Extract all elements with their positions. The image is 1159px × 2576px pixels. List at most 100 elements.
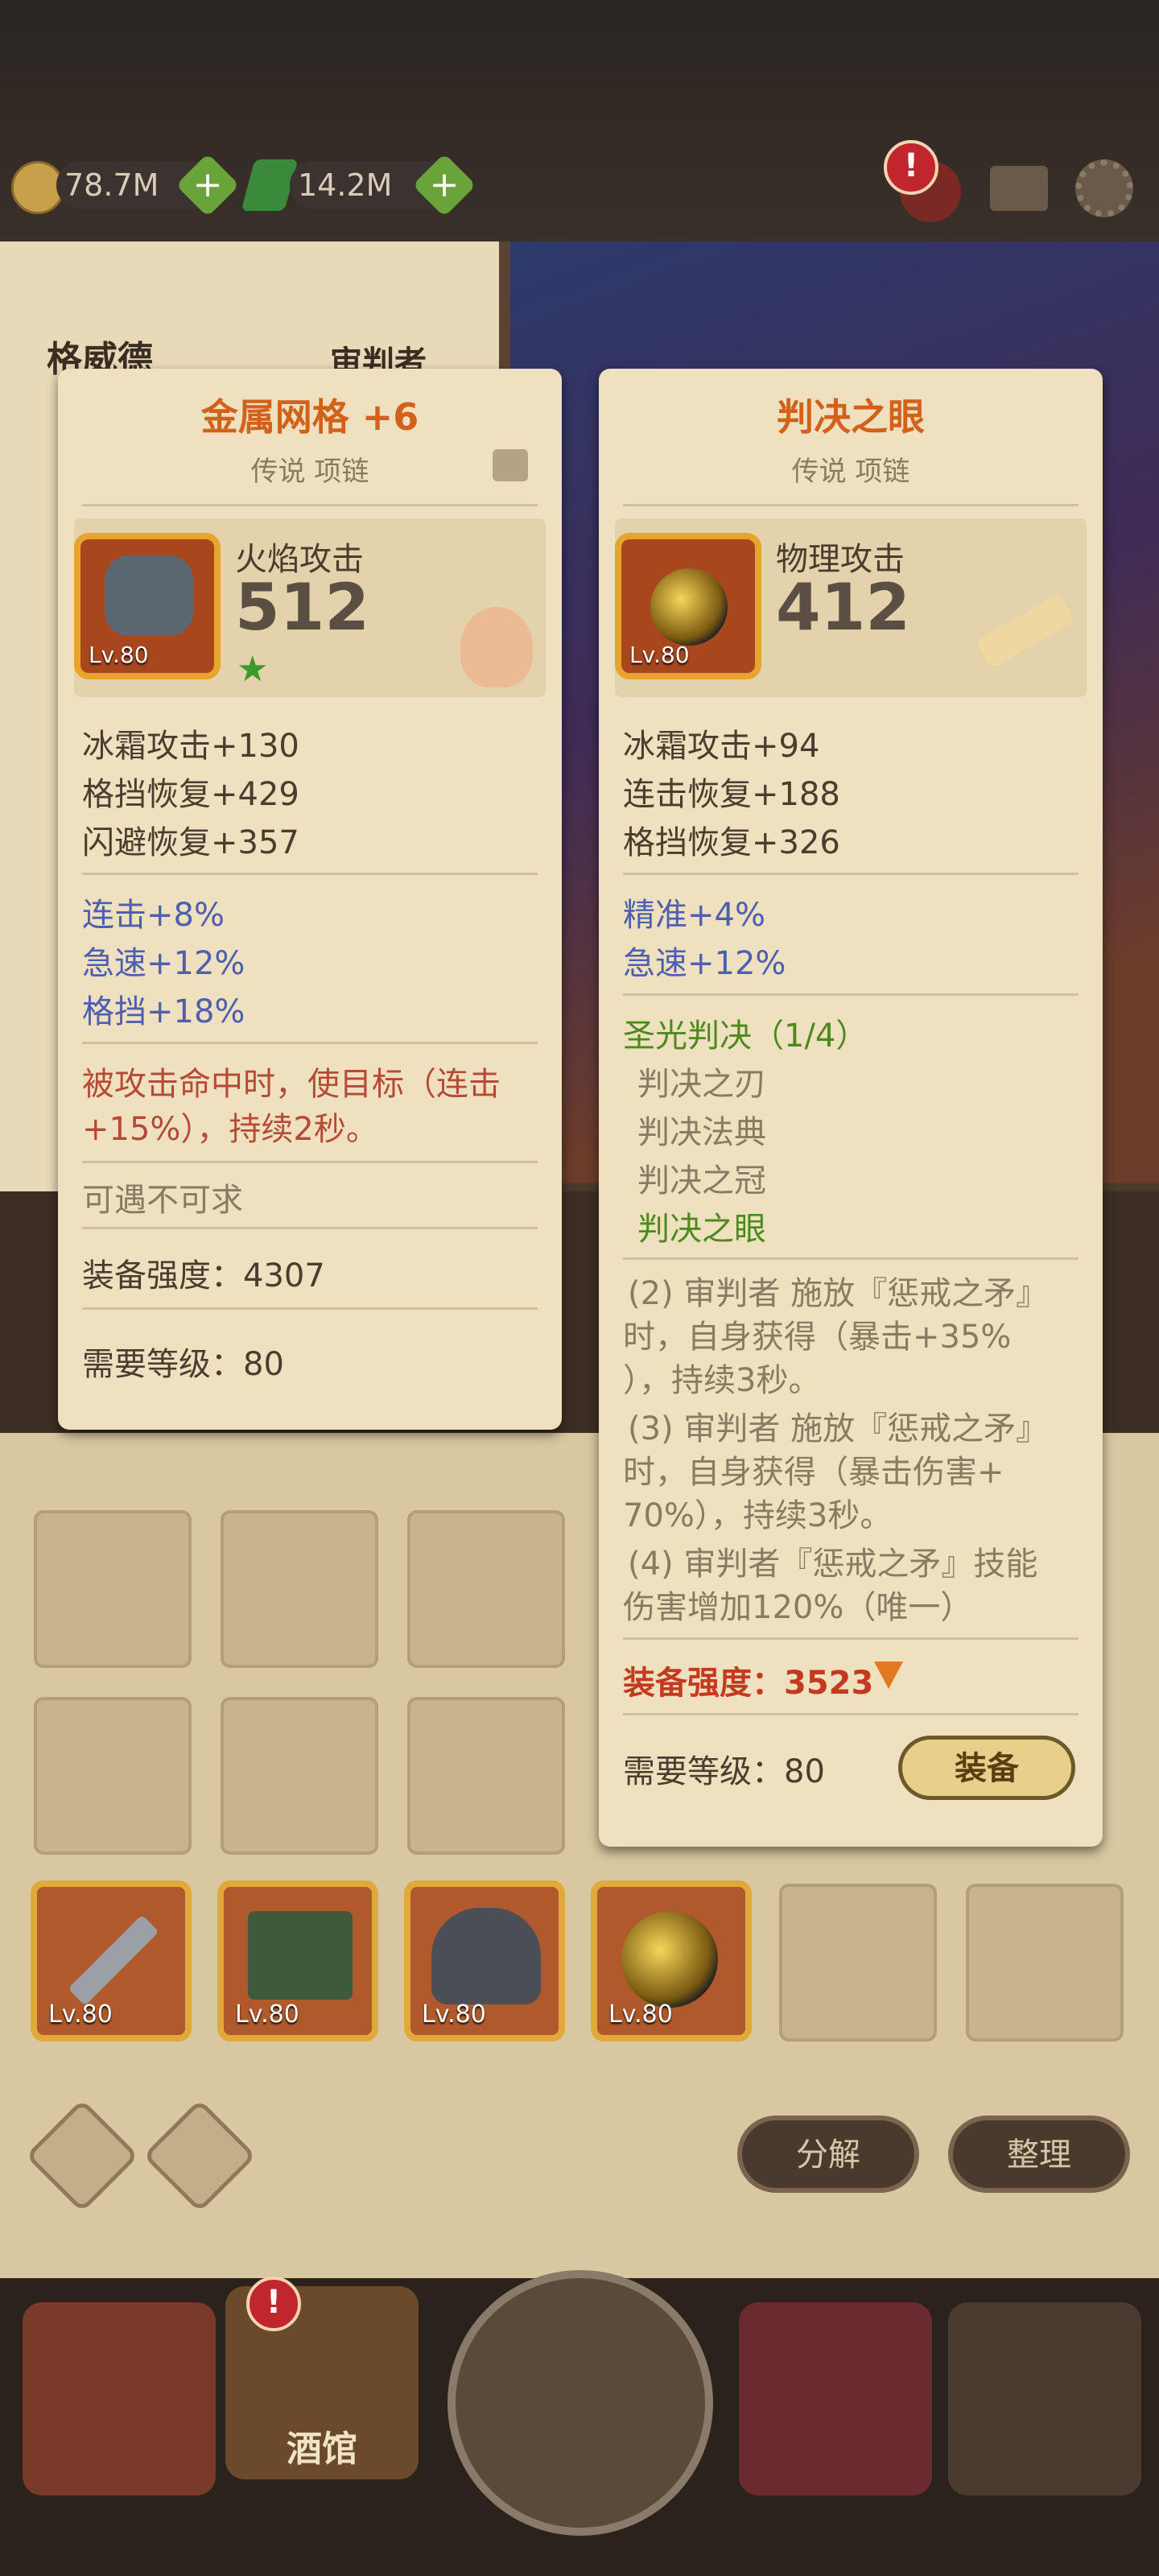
eye-amulet-icon xyxy=(621,1911,718,2008)
equip-button[interactable]: 装备 xyxy=(898,1736,1075,1800)
divider xyxy=(623,873,1079,875)
mail-icon[interactable] xyxy=(990,166,1048,211)
bonus-stat-line: 格挡+18% xyxy=(82,993,245,1030)
effect-line: 被攻击命中时，使目标（连击 xyxy=(82,1066,501,1103)
inventory-slot[interactable] xyxy=(221,1697,378,1855)
organize-button[interactable]: 整理 xyxy=(948,2116,1130,2193)
sword-icon xyxy=(975,592,1075,670)
bonus-stat-line: 连击+8% xyxy=(82,897,225,934)
set-bonus-line: (3) 审判者 施放『惩戒之矛』 xyxy=(628,1410,1049,1447)
divider xyxy=(82,873,538,875)
tavern-label: 酒馆 xyxy=(287,2429,357,2470)
nav-forge[interactable] xyxy=(948,2302,1141,2496)
item-subtitle: 传说 项链 xyxy=(250,456,369,488)
equip-strength: 装备强度：4307 xyxy=(82,1257,325,1294)
set-bonus-line: ），持续3秒。 xyxy=(623,1362,821,1399)
flavor-text: 可遇不可求 xyxy=(82,1182,243,1219)
item-subtitle: 传说 项链 xyxy=(791,456,910,488)
book-icon xyxy=(248,1911,353,2000)
eye-amulet-icon xyxy=(650,568,728,646)
stat-line: 闪避恢复+357 xyxy=(82,824,299,861)
divider xyxy=(82,1161,538,1163)
item-level: Lv.80 xyxy=(608,2000,673,2029)
equipment-slot-empty[interactable] xyxy=(779,1884,937,2041)
add-gem-button[interactable]: + xyxy=(412,153,476,217)
set-item: 判决法典 xyxy=(637,1114,766,1151)
set-item: 判决之刃 xyxy=(637,1066,766,1103)
metal-grid-icon xyxy=(105,555,193,636)
divider xyxy=(82,504,538,506)
divider xyxy=(623,1257,1079,1260)
set-bonus-line: (2) 审判者 施放『惩戒之矛』 xyxy=(628,1275,1049,1312)
item-level: Lv.80 xyxy=(235,2000,299,2029)
equipped-necklace[interactable]: Lv.80 xyxy=(591,1880,752,2041)
equipment-slot-empty[interactable] xyxy=(966,1884,1124,2041)
set-item-owned: 判决之眼 xyxy=(637,1211,766,1248)
main-stat-box: Lv.80 火焰攻击 512 ★ xyxy=(74,518,546,697)
stat-line: 格挡恢复+429 xyxy=(82,776,299,813)
stat-line: 冰霜攻击+130 xyxy=(82,728,299,765)
arrow-down-icon xyxy=(874,1662,903,1689)
set-name: 圣光判决（1/4） xyxy=(623,1018,868,1055)
item-level: Lv.80 xyxy=(89,642,149,668)
divider xyxy=(82,1042,538,1044)
bonus-stat-line: 急速+12% xyxy=(82,945,245,982)
required-level: 需要等级：80 xyxy=(82,1346,284,1383)
set-bonus-line: 70%），持续3秒。 xyxy=(623,1497,893,1534)
divider xyxy=(623,1637,1079,1640)
divider xyxy=(82,1227,538,1229)
item-level: Lv.80 xyxy=(629,642,690,668)
divider xyxy=(82,1307,538,1310)
bonus-stat-line: 精准+4% xyxy=(623,897,765,934)
item-icon: Lv.80 xyxy=(615,533,761,679)
inventory-slot[interactable] xyxy=(34,1510,192,1668)
item-icon: Lv.80 xyxy=(74,533,221,679)
gear-icon[interactable] xyxy=(1075,159,1133,217)
add-gold-button[interactable]: + xyxy=(175,153,240,217)
equip-strength: 装备强度：3523 xyxy=(623,1665,874,1702)
set-bonus-line: 时，自身获得（暴击+35% xyxy=(623,1319,1012,1356)
item-card-compare: 金属网格 +6 传说 项链 Lv.80 火焰攻击 512 ★ 冰霜攻击+130 … xyxy=(58,369,562,1430)
resource-bar: 78.7M + 14.2M + ! xyxy=(0,140,1159,225)
inventory-slot[interactable] xyxy=(34,1697,192,1855)
stat-line: 冰霜攻击+94 xyxy=(623,728,820,765)
item-card-selected: 判决之眼 传说 项链 Lv.80 物理攻击 412 冰霜攻击+94 连击恢复+1… xyxy=(599,369,1103,1847)
tavern-badge: ! xyxy=(246,2277,301,2331)
helmet-icon xyxy=(431,1908,541,2004)
effect-line: +15%），持续2秒。 xyxy=(82,1111,378,1148)
item-title: 金属网格 +6 xyxy=(200,395,419,439)
inventory-slot[interactable] xyxy=(407,1510,565,1668)
equipped-helmet[interactable]: Lv.80 xyxy=(404,1880,565,2041)
inventory-slot[interactable] xyxy=(221,1510,378,1668)
item-title: 判决之眼 xyxy=(777,395,925,439)
set-bonus-line: 伤害增加120%（唯一） xyxy=(623,1589,973,1626)
bottom-navigation: 酒馆 ! xyxy=(0,2270,1159,2576)
nav-town[interactable] xyxy=(23,2302,216,2496)
set-bonus-line: 时，自身获得（暴击伤害+ xyxy=(623,1454,1004,1491)
set-bonus-line: (4) 审判者『惩戒之矛』技能 xyxy=(628,1546,1038,1583)
nav-adventure[interactable] xyxy=(448,2270,713,2536)
event-badge: ! xyxy=(884,140,938,195)
bonus-stat-line: 急速+12% xyxy=(623,945,786,982)
divider xyxy=(623,993,1079,996)
item-level: Lv.80 xyxy=(48,2000,113,2029)
divider xyxy=(623,1713,1079,1715)
required-level: 需要等级：80 xyxy=(623,1753,825,1790)
main-stat-box: Lv.80 物理攻击 412 xyxy=(615,518,1087,697)
fire-icon xyxy=(460,607,533,687)
equipped-offhand[interactable]: Lv.80 xyxy=(217,1880,378,2041)
nav-heroes[interactable] xyxy=(739,2302,932,2496)
stat-line: 连击恢复+188 xyxy=(623,776,840,813)
main-stat-value: 512 xyxy=(235,570,369,645)
equipped-weapon[interactable]: Lv.80 xyxy=(31,1880,192,2041)
inventory-slot[interactable] xyxy=(407,1697,565,1855)
divider xyxy=(623,504,1079,506)
decompose-button[interactable]: 分解 xyxy=(737,2116,919,2193)
item-level: Lv.80 xyxy=(422,2000,486,2029)
main-stat-value: 412 xyxy=(776,570,910,645)
stat-line: 格挡恢复+326 xyxy=(623,824,840,861)
sword-icon xyxy=(68,1914,159,2006)
set-item: 判决之冠 xyxy=(637,1162,766,1199)
star-icon: ★ xyxy=(237,649,269,690)
equipped-shirt-icon xyxy=(493,449,528,481)
